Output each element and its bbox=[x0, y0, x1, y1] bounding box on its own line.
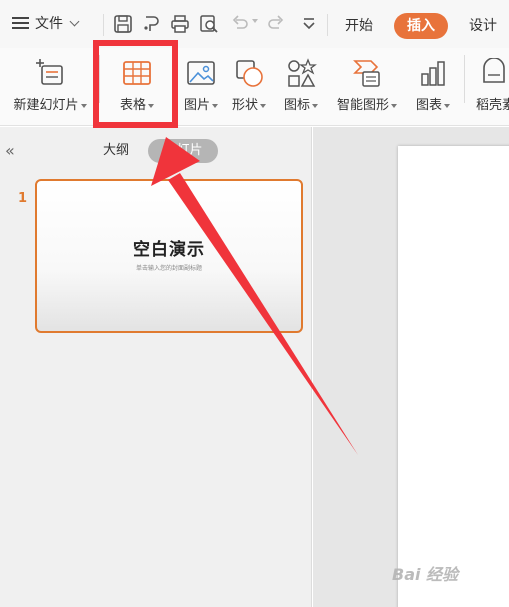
slide-title: 空白演示 bbox=[133, 240, 205, 260]
docer-label: 稻壳素 bbox=[476, 98, 509, 113]
file-menu-label: 文件 bbox=[35, 16, 63, 32]
insert-ribbon: 新建幻灯片 表格 图片 形状 图标 智能图形 图表 稻壳素 bbox=[0, 48, 509, 126]
icon-button[interactable]: 图标 bbox=[278, 53, 324, 119]
dropdown-arrow-icon bbox=[80, 103, 87, 108]
ribbon-divider bbox=[464, 55, 465, 103]
slide-subtitle: 单击输入您的封面副标题 bbox=[135, 265, 202, 272]
undo-icon[interactable] bbox=[230, 14, 250, 34]
chart-label: 图表 bbox=[415, 98, 442, 113]
undo-dropdown-icon[interactable] bbox=[252, 19, 258, 23]
print-icon[interactable] bbox=[170, 14, 190, 34]
tab-slides[interactable]: 幻灯片 bbox=[148, 139, 218, 163]
new-slide-label: 新建幻灯片 bbox=[13, 98, 79, 113]
title-toolbar: 文件 开始 插入 设计 bbox=[0, 0, 509, 48]
dropdown-arrow-icon bbox=[444, 103, 450, 108]
picture-button[interactable]: 图片 bbox=[178, 53, 224, 119]
watermark: Bai 经验 bbox=[392, 565, 459, 584]
dropdown-arrow-icon bbox=[312, 103, 318, 108]
smart-art-icon bbox=[353, 60, 380, 87]
tab-design[interactable]: 设计 bbox=[460, 13, 506, 39]
tab-insert[interactable]: 插入 bbox=[394, 13, 448, 39]
new-slide-icon bbox=[36, 59, 63, 85]
format-painter-icon[interactable] bbox=[142, 14, 162, 34]
toolbar-divider bbox=[327, 14, 328, 36]
customize-toolbar-icon[interactable] bbox=[299, 14, 319, 34]
chart-icon bbox=[421, 61, 445, 86]
chart-button[interactable]: 图表 bbox=[410, 53, 456, 119]
slide-thumbnail[interactable]: 空白演示 单击输入您的封面副标题 bbox=[35, 179, 303, 333]
highlight-box bbox=[93, 40, 178, 128]
smart-art-label: 智能图形 bbox=[336, 98, 389, 113]
print-preview-icon[interactable] bbox=[199, 14, 219, 34]
icon-label: 图标 bbox=[283, 98, 310, 113]
docer-button[interactable]: 稻壳素 bbox=[470, 53, 509, 119]
picture-label: 图片 bbox=[183, 98, 210, 113]
hamburger-icon bbox=[12, 16, 29, 30]
dropdown-arrow-icon bbox=[391, 103, 397, 108]
redo-icon[interactable] bbox=[266, 14, 286, 34]
save-icon[interactable] bbox=[113, 14, 133, 34]
chevron-down-icon bbox=[69, 16, 80, 26]
docer-icon bbox=[483, 58, 505, 83]
icon-library-icon bbox=[288, 58, 317, 87]
dropdown-arrow-icon bbox=[260, 103, 266, 108]
slide-panel: « 大纲 幻灯片 1 空白演示 单击输入您的封面副标题 bbox=[0, 127, 312, 607]
new-slide-button[interactable]: 新建幻灯片 bbox=[4, 53, 96, 119]
shape-icon bbox=[236, 60, 263, 87]
slide-number: 1 bbox=[18, 191, 28, 206]
smart-art-button[interactable]: 智能图形 bbox=[330, 53, 404, 119]
slide-page[interactable] bbox=[398, 146, 509, 607]
tab-outline[interactable]: 大纲 bbox=[96, 139, 136, 163]
toolbar-divider bbox=[103, 14, 104, 36]
dropdown-arrow-icon bbox=[212, 103, 218, 108]
shape-button[interactable]: 形状 bbox=[226, 53, 272, 119]
collapse-panel-icon[interactable]: « bbox=[5, 141, 15, 160]
file-menu-button[interactable]: 文件 bbox=[12, 10, 80, 36]
tab-home[interactable]: 开始 bbox=[336, 13, 382, 39]
editing-canvas bbox=[313, 127, 509, 607]
shape-label: 形状 bbox=[231, 98, 258, 113]
picture-icon bbox=[187, 61, 215, 85]
